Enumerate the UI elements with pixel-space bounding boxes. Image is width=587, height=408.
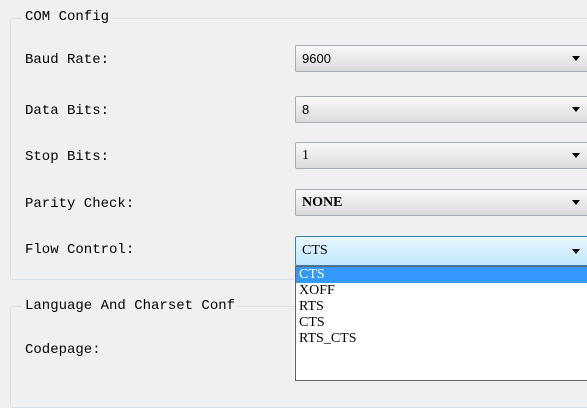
language-charset-title: Language And Charset Conf xyxy=(22,298,239,314)
stop-bits-label: Stop Bits: xyxy=(25,149,110,165)
flow-control-dropdown-list: CTS XOFF RTS CTS RTS_CTS xyxy=(295,266,587,381)
parity-check-value: NONE xyxy=(302,195,343,210)
dropdown-option[interactable]: RTS_CTS xyxy=(296,331,587,347)
chevron-down-icon xyxy=(572,153,580,158)
com-config-title: COM Config xyxy=(22,9,113,25)
dropdown-option[interactable]: CTS xyxy=(296,267,587,283)
dropdown-option[interactable]: RTS xyxy=(296,299,587,315)
chevron-down-icon xyxy=(572,56,580,61)
data-bits-value: 8 xyxy=(302,102,310,117)
stop-bits-value: 1 xyxy=(302,148,309,163)
data-bits-select[interactable]: 8 xyxy=(295,96,587,123)
chevron-down-icon xyxy=(572,200,580,205)
stop-bits-select[interactable]: 1 xyxy=(295,142,587,169)
flow-control-value: CTS xyxy=(302,243,328,258)
dropdown-option[interactable]: CTS xyxy=(296,315,587,331)
flow-control-label: Flow Control: xyxy=(25,242,135,258)
chevron-down-icon xyxy=(572,249,580,254)
baud-rate-value: 9600 xyxy=(302,51,331,66)
chevron-down-icon xyxy=(572,107,580,112)
baud-rate-select[interactable]: 9600 xyxy=(295,45,587,72)
dropdown-option[interactable]: XOFF xyxy=(296,283,587,299)
codepage-label: Codepage: xyxy=(25,342,101,358)
flow-control-select[interactable]: CTS xyxy=(295,236,587,266)
baud-rate-label: Baud Rate: xyxy=(25,52,110,68)
parity-check-select[interactable]: NONE xyxy=(295,189,587,216)
data-bits-label: Data Bits: xyxy=(25,103,110,119)
parity-check-label: Parity Check: xyxy=(25,196,135,212)
